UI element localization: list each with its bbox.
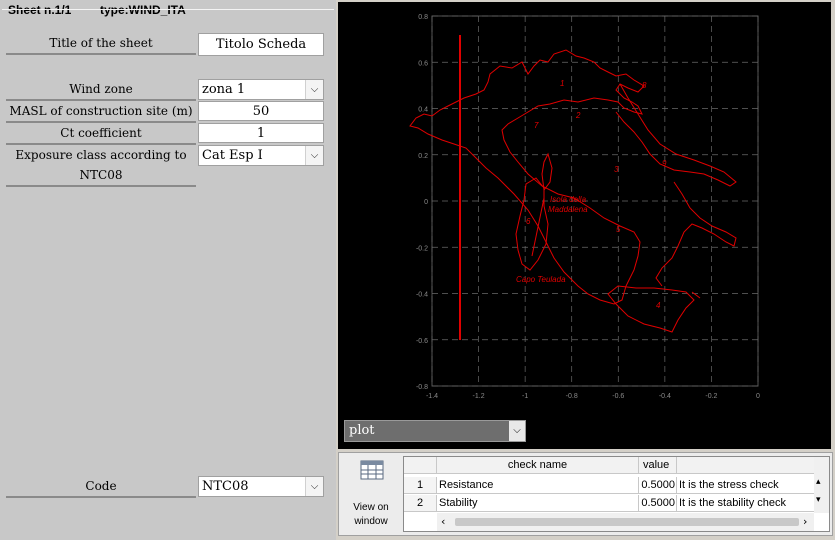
title-label: Title of the sheet [6, 33, 196, 55]
check-value-cell[interactable]: 0.5000 [639, 477, 677, 494]
y-tick-label: -0.2 [416, 245, 428, 252]
x-tick-label: 0 [756, 393, 760, 400]
zone-label: 5 [616, 225, 621, 234]
chevron-down-icon[interactable]: ⌵ [305, 146, 323, 165]
check-name-cell[interactable]: Stability [437, 495, 639, 512]
zone-label: 3 [614, 165, 619, 174]
exposure-label: Exposure class according to NTC08 [6, 145, 196, 187]
scroll-down-icon[interactable]: ▾ [816, 495, 821, 505]
y-tick-label: 0.6 [418, 60, 428, 67]
zone-label: 7 [534, 121, 539, 130]
masl-field[interactable]: 50 [198, 101, 324, 121]
zone-label: 2 [575, 111, 581, 120]
y-tick-label: -0.6 [416, 338, 428, 345]
map-plot: 1 2 3 4 5 6 7 8 9 Isola dellaMaddalena Capo Teulad… [409, 14, 760, 400]
masl-label: MASL of construction site (m) [6, 101, 196, 123]
y-tick-label: 0.8 [418, 14, 428, 21]
zone-label: 8 [642, 81, 647, 90]
x-tick-label: -0.2 [705, 393, 717, 400]
wind-zone-label: Wind zone [6, 79, 196, 101]
row-header-corner [404, 457, 437, 474]
horizontal-scrollbar[interactable]: ‹ › [437, 513, 814, 531]
ct-label: Ct coefficient [6, 123, 196, 145]
column-header-name[interactable]: check name [437, 457, 639, 474]
chevron-down-icon[interactable]: ⌵ [509, 421, 525, 441]
chevron-down-icon[interactable]: ⌵ [305, 80, 323, 99]
column-header-value[interactable]: value [639, 457, 677, 474]
y-tick-label: 0.2 [418, 153, 428, 160]
row-index: 2 [404, 495, 437, 512]
corsica-outline [541, 152, 553, 192]
code-select[interactable]: NTC08 ⌵ [198, 476, 324, 497]
chevron-down-icon[interactable]: ⌵ [305, 477, 323, 496]
scroll-up-icon[interactable]: ▴ [816, 477, 821, 487]
check-note-cell[interactable]: It is the stress check [677, 477, 817, 494]
exposure-select[interactable]: Cat Esp I ⌵ [198, 145, 324, 166]
zone-label: 9 [662, 159, 667, 168]
check-name-cell[interactable]: Resistance [437, 477, 639, 494]
scroll-left-icon[interactable]: ‹ [441, 515, 445, 528]
view-label-1: View on [353, 502, 389, 513]
scroll-right-icon[interactable]: › [803, 515, 807, 528]
zone-label: 4 [656, 301, 661, 310]
x-tick-label: -0.8 [566, 393, 578, 400]
exposure-value: Cat Esp I [202, 148, 263, 163]
y-tick-label: -0.4 [416, 292, 428, 299]
column-header-note [677, 457, 817, 474]
x-tick-label: -0.4 [659, 393, 671, 400]
check-note-cell[interactable]: It is the stability check [677, 495, 817, 512]
code-label: Code [6, 476, 196, 498]
zone-label: 1 [560, 79, 564, 88]
table-icon [360, 460, 384, 480]
title-field[interactable]: Titolo Scheda [198, 33, 324, 56]
adriatic-coast [615, 83, 737, 187]
vertical-scrollbar[interactable]: ▴ ▾ [814, 457, 829, 513]
header-divider [2, 9, 334, 10]
y-tick-label: 0.4 [418, 107, 428, 114]
sheet-type: type:WIND_ITA [100, 3, 186, 17]
scroll-thumb[interactable] [455, 518, 799, 526]
check-value-cell[interactable]: 0.5000 [639, 495, 677, 512]
row-index: 1 [404, 477, 437, 494]
sheet-number: Sheet n.1/1 [8, 3, 72, 17]
wind-zone-value: zona 1 [202, 82, 246, 97]
place-label: Capo Teulada [516, 275, 566, 284]
x-tick-label: -0.6 [612, 393, 624, 400]
italy-outline [409, 49, 645, 305]
x-tick-label: -1 [522, 393, 528, 400]
zone-label: 6 [526, 217, 531, 226]
sheet-header: Sheet n.1/1 type:WIND_ITA [4, 2, 334, 20]
wind-zone-select[interactable]: zona 1 ⌵ [198, 79, 324, 100]
sardinia-outline [515, 177, 549, 271]
y-tick-label: 0 [424, 199, 428, 206]
zone-line [691, 291, 701, 299]
x-tick-label: -1.2 [473, 393, 485, 400]
x-tick-label: -1.4 [426, 393, 438, 400]
view-label-2: window [354, 516, 388, 527]
plot-type-value: plot [349, 423, 375, 438]
heel-coast [655, 181, 737, 287]
checks-table: check name value 1 Resistance 0.5000 It … [403, 456, 830, 532]
plot-area: 1 2 3 4 5 6 7 8 9 Isola della Maddalena Capo Teulad… [338, 2, 831, 449]
place-label: Isola della [550, 195, 587, 204]
code-value: NTC08 [202, 479, 249, 494]
plot-type-select[interactable]: plot ⌵ [344, 420, 526, 442]
view-on-window-button[interactable]: View on window [344, 458, 398, 530]
place-label: Maddalena [548, 205, 588, 214]
sicily-outline [607, 285, 695, 333]
y-tick-label: -0.8 [416, 384, 428, 391]
ct-field[interactable]: 1 [198, 123, 324, 143]
